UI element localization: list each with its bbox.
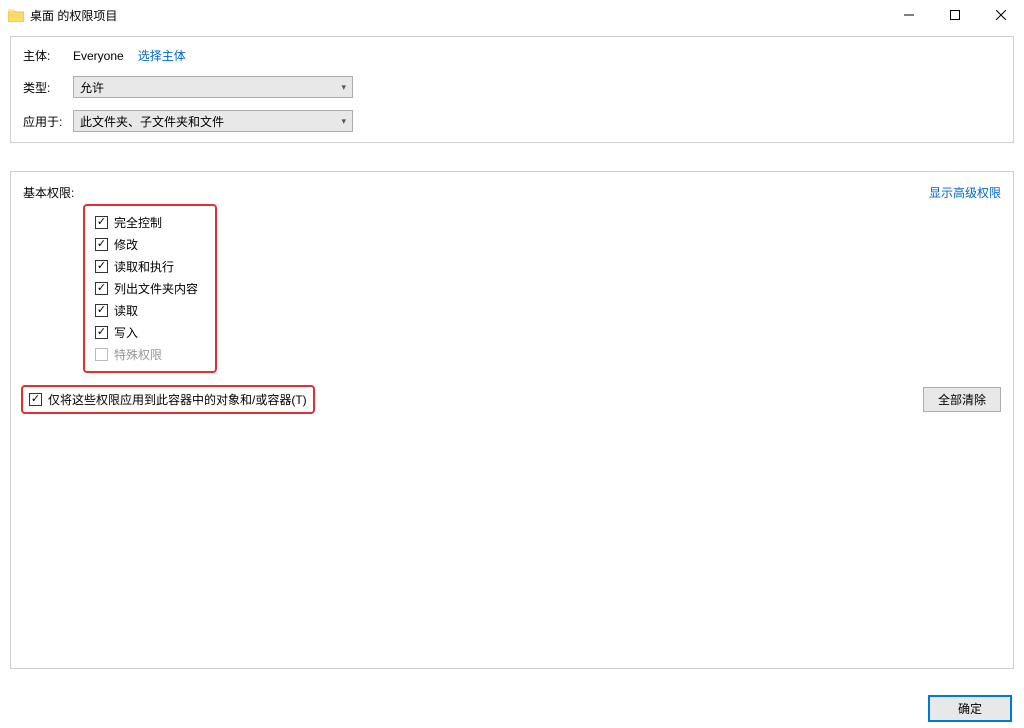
type-select-value: 允许 xyxy=(80,79,104,96)
perm-label: 读取和执行 xyxy=(114,258,174,275)
perm-full-control[interactable]: 完全控制 xyxy=(95,214,205,231)
principal-label: 主体: xyxy=(23,47,73,64)
perm-read[interactable]: 读取 xyxy=(95,302,205,319)
close-button[interactable] xyxy=(978,0,1024,30)
perm-read-execute[interactable]: 读取和执行 xyxy=(95,258,205,275)
checkbox-icon[interactable] xyxy=(95,304,108,317)
type-row: 类型: 允许 ▾ xyxy=(23,76,1001,98)
permissions-header: 基本权限: 显示高级权限 xyxy=(23,184,1001,201)
checkbox-icon[interactable] xyxy=(95,216,108,229)
perm-list-folder[interactable]: 列出文件夹内容 xyxy=(95,280,205,297)
window-controls xyxy=(886,0,1024,30)
type-select[interactable]: 允许 ▾ xyxy=(73,76,353,98)
applies-to-select[interactable]: 此文件夹、子文件夹和文件 ▾ xyxy=(73,110,353,132)
principal-row: 主体: Everyone 选择主体 xyxy=(23,47,1001,64)
permissions-highlight: 完全控制 修改 读取和执行 列出文件夹内容 读取 写入 xyxy=(83,204,217,373)
content-area: 主体: Everyone 选择主体 类型: 允许 ▾ 应用于: 此文件夹、子文件… xyxy=(0,30,1024,675)
perm-label: 读取 xyxy=(114,302,138,319)
titlebar: 桌面 的权限项目 xyxy=(0,0,1024,30)
chevron-down-icon: ▾ xyxy=(341,82,346,93)
perm-modify[interactable]: 修改 xyxy=(95,236,205,253)
applies-to-select-value: 此文件夹、子文件夹和文件 xyxy=(80,113,224,130)
maximize-button[interactable] xyxy=(932,0,978,30)
bottom-bar: 确定 xyxy=(916,689,1024,728)
apply-only-row: 仅将这些权限应用到此容器中的对象和/或容器(T) 全部清除 xyxy=(21,385,1001,414)
perm-special: 特殊权限 xyxy=(95,346,205,363)
checkbox-icon[interactable] xyxy=(95,326,108,339)
header-panel: 主体: Everyone 选择主体 类型: 允许 ▾ 应用于: 此文件夹、子文件… xyxy=(10,36,1014,143)
applies-to-label: 应用于: xyxy=(23,113,73,130)
chevron-down-icon: ▾ xyxy=(341,116,346,127)
perm-label: 完全控制 xyxy=(114,214,162,231)
ok-button[interactable]: 确定 xyxy=(928,695,1012,722)
checkbox-icon[interactable] xyxy=(95,238,108,251)
show-advanced-link[interactable]: 显示高级权限 xyxy=(929,184,1001,201)
perm-label: 特殊权限 xyxy=(114,346,162,363)
perm-label: 修改 xyxy=(114,236,138,253)
checkbox-icon[interactable] xyxy=(95,282,108,295)
permissions-panel: 基本权限: 显示高级权限 完全控制 修改 读取和执行 列出文件夹内容 xyxy=(10,171,1014,669)
minimize-button[interactable] xyxy=(886,0,932,30)
apply-only-label: 仅将这些权限应用到此容器中的对象和/或容器(T) xyxy=(48,391,307,408)
applies-to-row: 应用于: 此文件夹、子文件夹和文件 ▾ xyxy=(23,110,1001,132)
perm-write[interactable]: 写入 xyxy=(95,324,205,341)
perm-label: 列出文件夹内容 xyxy=(114,280,198,297)
apply-only-checkbox[interactable] xyxy=(29,393,42,406)
window-title: 桌面 的权限项目 xyxy=(30,7,117,24)
apply-only-highlight: 仅将这些权限应用到此容器中的对象和/或容器(T) xyxy=(21,385,315,414)
type-label: 类型: xyxy=(23,79,73,96)
basic-permissions-label: 基本权限: xyxy=(23,184,74,201)
clear-all-button[interactable]: 全部清除 xyxy=(923,387,1001,412)
folder-icon xyxy=(8,8,24,22)
principal-value: Everyone xyxy=(73,49,124,63)
checkbox-icon[interactable] xyxy=(95,260,108,273)
checkbox-icon xyxy=(95,348,108,361)
perm-label: 写入 xyxy=(114,324,138,341)
select-principal-link[interactable]: 选择主体 xyxy=(138,47,186,64)
